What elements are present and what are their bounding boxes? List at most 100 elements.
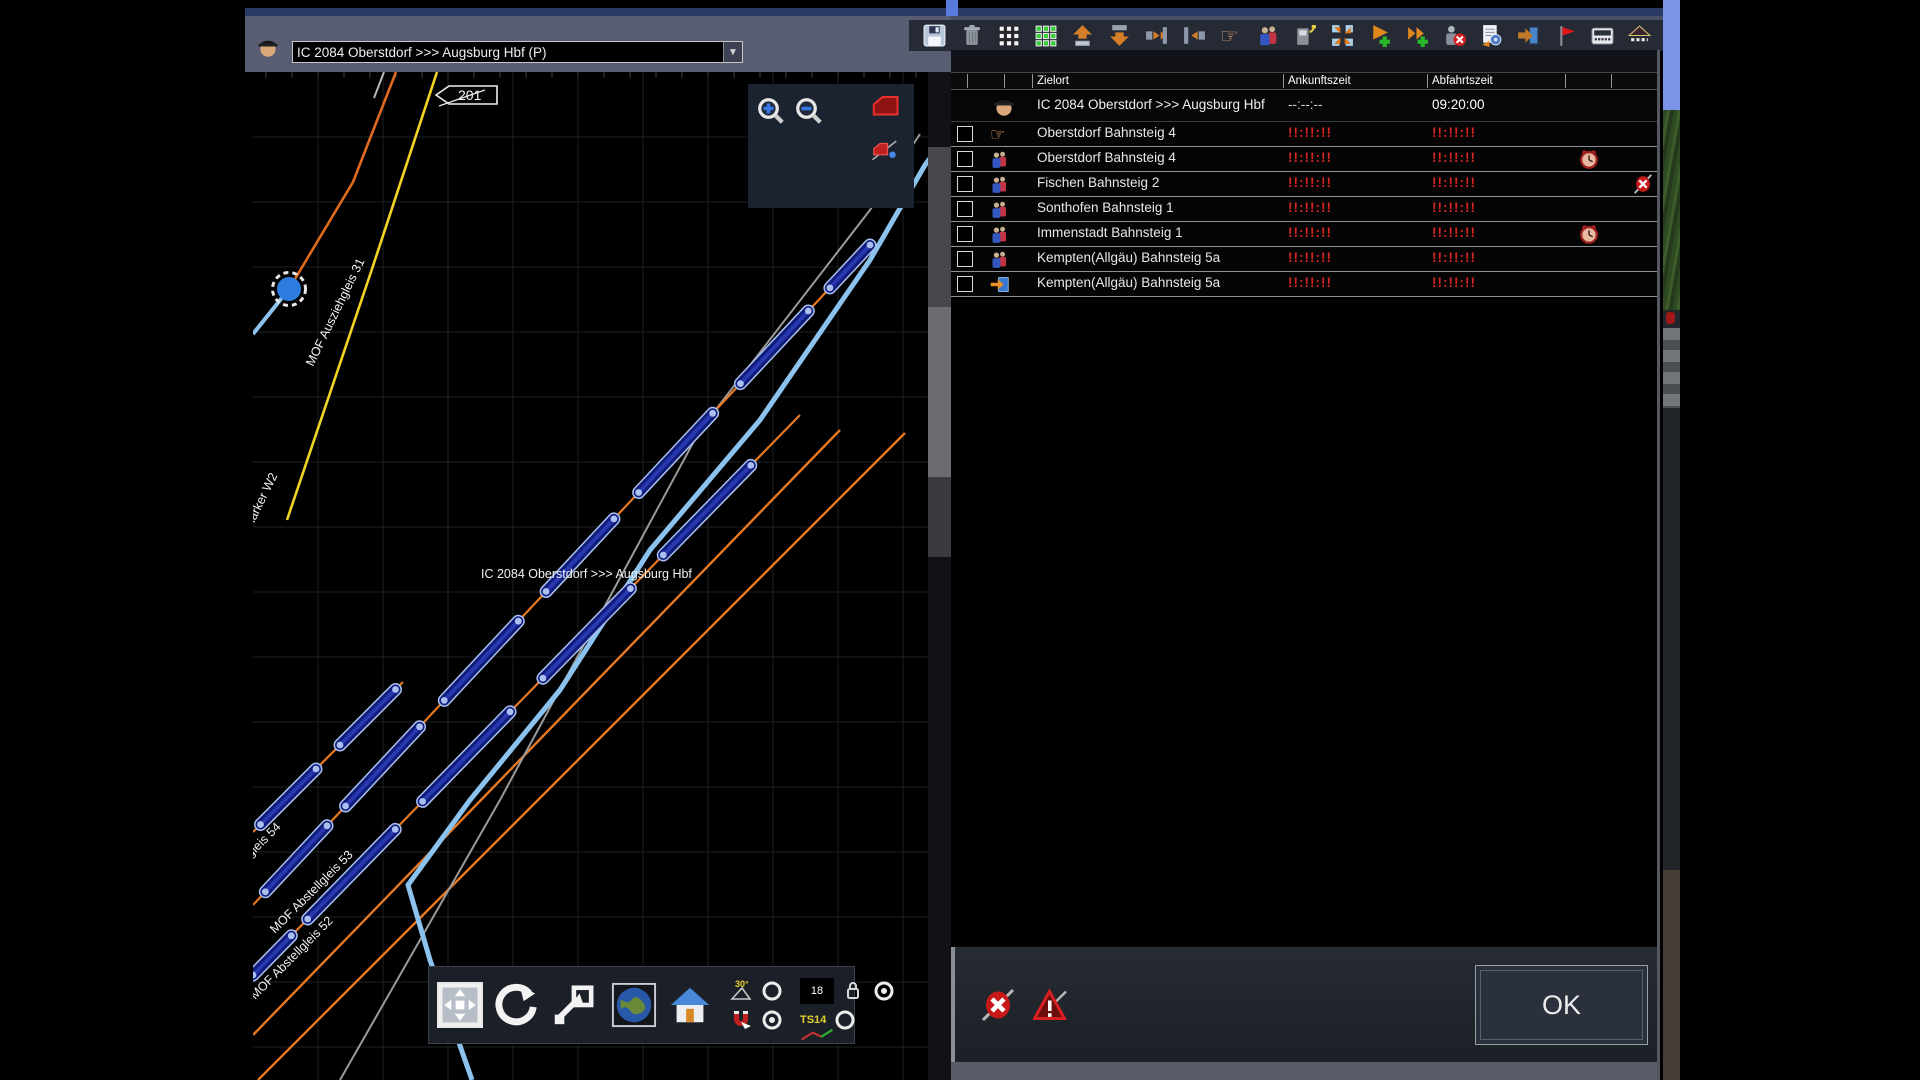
portal-door-icon[interactable] <box>1516 23 1542 49</box>
stop-row[interactable]: ☞Oberstdorf Bahnsteig 4!!:!!:!!!!:!!:!! <box>951 122 1657 147</box>
col-ankunftszeit: Ankunftszeit <box>1288 75 1351 87</box>
ok-button[interactable]: OK <box>1475 965 1648 1045</box>
globe-icon[interactable] <box>611 982 657 1028</box>
stop-checkbox[interactable] <box>957 126 973 142</box>
trash-icon[interactable] <box>958 23 984 49</box>
stop-departure: !!:!!:!! <box>1432 250 1476 265</box>
map-bottom-toolbar: 30° 18 TS14 <box>428 966 855 1044</box>
passengers-icon <box>989 174 1010 195</box>
signal-light <box>1666 312 1675 324</box>
train-select-dropdown[interactable]: IC 2084 Oberstdorf >>> Augsburg Hbf (P) … <box>292 41 743 63</box>
world-3d-sliver <box>1663 0 1680 1080</box>
house-icon[interactable] <box>667 982 713 1028</box>
red-marker-icon[interactable] <box>870 136 900 166</box>
person-remove-icon[interactable] <box>1441 23 1467 49</box>
table-header: Zielort Ankunftszeit Abfahrtszeit <box>951 72 1657 90</box>
passengers-icon <box>989 224 1010 245</box>
shift-right-icon[interactable] <box>1144 23 1170 49</box>
passengers-icon <box>989 249 1010 270</box>
stop-row[interactable]: Oberstdorf Bahnsteig 4!!:!!:!!!!:!!:!! <box>951 147 1657 172</box>
stop-departure: !!:!!:!! <box>1432 150 1476 165</box>
fuel-pump-icon[interactable] <box>1293 23 1319 49</box>
stop-arrival: !!:!!:!! <box>1288 125 1332 140</box>
add-play-icon[interactable] <box>1367 23 1393 49</box>
train-service-row[interactable]: IC 2084 Oberstdorf >>> Augsburg Hbf --:-… <box>951 90 1657 122</box>
radio-zoom-selected[interactable] <box>872 979 896 1003</box>
passengers-icon[interactable] <box>1255 23 1281 49</box>
zoom-out-icon[interactable] <box>794 96 824 126</box>
radio-ts14[interactable] <box>833 1008 857 1032</box>
stop-departure: !!:!!:!! <box>1432 175 1476 190</box>
grid-white-icon[interactable] <box>995 23 1021 49</box>
zoom-level-box: 18 <box>800 978 834 1004</box>
svg-text:☞: ☞ <box>990 125 1006 145</box>
radio-gradient[interactable] <box>760 979 784 1003</box>
stop-row[interactable]: Fischen Bahnsteig 2!!:!!:!!!!:!!:!! <box>951 172 1657 197</box>
stop-row[interactable]: Kempten(Allgäu) Bahnsteig 5a!!:!!:!!!!:!… <box>951 247 1657 272</box>
driver-icon <box>255 34 281 64</box>
stop-checkbox[interactable] <box>957 276 973 292</box>
train-departure: 09:20:00 <box>1432 97 1485 112</box>
hand-icon: ☞ <box>989 124 1010 145</box>
move-down-icon[interactable] <box>1107 23 1133 49</box>
arrows-inward-icon[interactable] <box>1330 23 1356 49</box>
red-area-icon[interactable] <box>870 92 900 122</box>
stop-row[interactable]: Kempten(Allgäu) Bahnsteig 5a!!:!!:!!!!:!… <box>951 272 1657 297</box>
warning-icon[interactable] <box>1033 987 1069 1023</box>
stop-name: Fischen Bahnsteig 2 <box>1037 175 1280 190</box>
rotate-icon[interactable] <box>493 982 539 1028</box>
pan-icon[interactable] <box>437 982 483 1028</box>
map-window-chrome: IC 2084 Oberstdorf >>> Augsburg Hbf (P) … <box>245 16 951 72</box>
stop-name: Sonthofen Bahnsteig 1 <box>1037 200 1280 215</box>
left-margin <box>0 0 245 1080</box>
svg-text:☞: ☞ <box>1220 25 1239 48</box>
train-title: IC 2084 Oberstdorf >>> Augsburg Hbf <box>1037 97 1280 112</box>
add-arrows-icon[interactable] <box>1404 23 1430 49</box>
save-icon[interactable] <box>921 23 947 49</box>
lock-icon <box>841 979 865 1003</box>
right-margin <box>1680 0 1920 1080</box>
stop-name: Kempten(Allgäu) Bahnsteig 5a <box>1037 275 1280 290</box>
stop-departure: !!:!!:!! <box>1432 200 1476 215</box>
depot-shed-icon[interactable] <box>1627 23 1653 49</box>
train-select-value: IC 2084 Oberstdorf >>> Augsburg Hbf (P) <box>293 45 723 60</box>
stop-name: Kempten(Allgäu) Bahnsteig 5a <box>1037 250 1280 265</box>
clock-icon <box>1578 223 1600 245</box>
shift-left-icon[interactable] <box>1181 23 1207 49</box>
stop-checkbox[interactable] <box>957 201 973 217</box>
doc-gear-icon[interactable] <box>1478 23 1504 49</box>
zoom-in-icon[interactable] <box>756 96 786 126</box>
stop-row[interactable]: Immenstadt Bahnsteig 1!!:!!:!!!!:!!:!! <box>951 222 1657 247</box>
stop-rows: ☞Oberstdorf Bahnsteig 4!!:!!:!!!!:!!:!!O… <box>951 122 1657 297</box>
app-root: IC 2084 Oberstdorf >>> Augsburg Hbf (P) … <box>0 0 1920 1080</box>
stop-row[interactable]: Sonthofen Bahnsteig 1!!:!!:!!!!:!!:!! <box>951 197 1657 222</box>
track-map[interactable]: 201MOF Ausziehgleis 31rmarker W2llgleis … <box>253 72 928 1080</box>
driver-icon <box>991 93 1017 119</box>
stop-arrival: !!:!!:!! <box>1288 250 1332 265</box>
stop-arrival: !!:!!:!! <box>1288 150 1332 165</box>
stop-departure: !!:!!:!! <box>1432 275 1476 290</box>
jump-icon[interactable] <box>549 982 595 1028</box>
clear-markers-icon[interactable] <box>980 987 1016 1023</box>
stop-departure: !!:!!:!! <box>1432 225 1476 240</box>
stop-checkbox[interactable] <box>957 226 973 242</box>
stop-arrival: !!:!!:!! <box>1288 275 1332 290</box>
chevron-down-icon[interactable]: ▼ <box>723 42 742 62</box>
radio-snap-selected[interactable] <box>760 1008 784 1032</box>
stop-departure: !!:!!:!! <box>1432 125 1476 140</box>
col-zielort: Zielort <box>1037 75 1069 87</box>
stop-checkbox[interactable] <box>957 176 973 192</box>
panel-footer <box>951 1062 1657 1080</box>
flag-red-icon[interactable] <box>1553 23 1579 49</box>
train-arrival: --:--:-- <box>1288 97 1322 112</box>
col-abfahrtszeit: Abfahrtszeit <box>1432 75 1493 87</box>
top-toolbar: ☞ <box>909 20 1665 51</box>
move-up-icon[interactable] <box>1070 23 1096 49</box>
control-panel-icon[interactable] <box>1590 23 1616 49</box>
hand-icon[interactable]: ☞ <box>1218 23 1244 49</box>
stop-checkbox[interactable] <box>957 251 973 267</box>
stop-checkbox[interactable] <box>957 151 973 167</box>
stop-arrival: !!:!!:!! <box>1288 200 1332 215</box>
grid-green-icon[interactable] <box>1032 23 1058 49</box>
passengers-icon <box>989 199 1010 220</box>
